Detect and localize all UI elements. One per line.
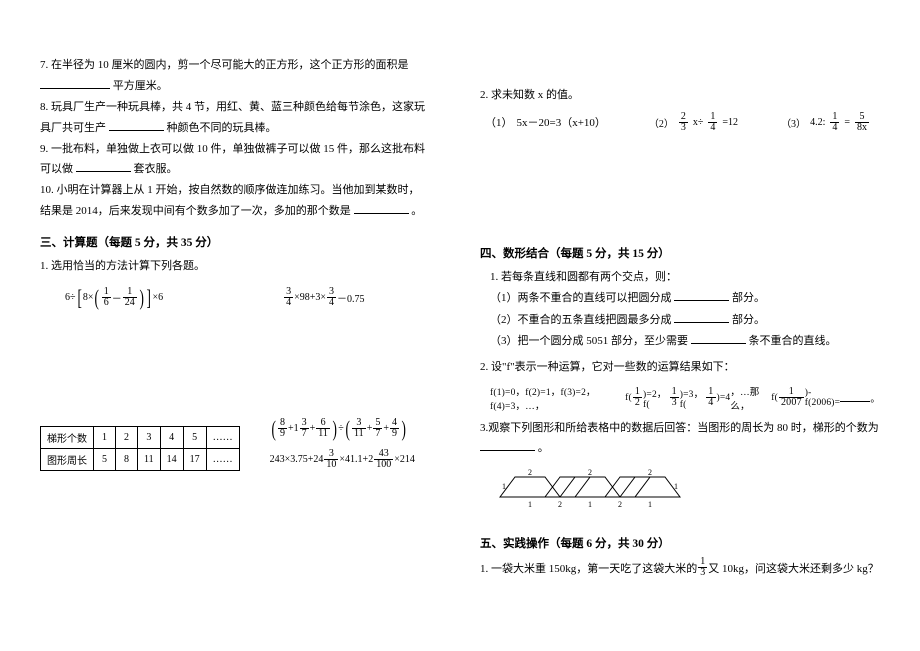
- exam-page: 7. 在半径为 10 厘米的圆内，剪一个尽可能大的正方形，这个正方形的面积是 平…: [0, 0, 920, 651]
- svg-text:2: 2: [528, 468, 532, 477]
- q4-1-1: （1）两条不重合的直线可以把圆分成 部分。: [490, 288, 880, 309]
- trapezoid-figure: 2 2 2 1 1 1 2 1 2 1: [490, 467, 700, 515]
- section-5-heading: 五、实践操作（每题 6 分，共 30 分）: [480, 535, 880, 551]
- table-header-1: 梯形个数: [41, 427, 94, 449]
- q9-blank[interactable]: [76, 163, 131, 173]
- q4-2-series: f(1)=0，f(2)=1，f(3)=2，f(4)=3，…， f(12)=2，f…: [480, 384, 880, 412]
- expr-3: (89+137+611)÷(311+57+49): [270, 418, 415, 439]
- q2-2-label: （2）: [649, 115, 674, 130]
- right-column: 2. 求未知数 x 的值。 （1） 5x－20=3（x+10） （2） 23x÷…: [460, 0, 920, 651]
- table-header-2: 图形周长: [41, 449, 94, 471]
- svg-text:1: 1: [502, 482, 506, 491]
- q4-1-2-blank[interactable]: [674, 313, 729, 323]
- spacer-2: [480, 133, 880, 233]
- q4-1: 1. 若每条直线和圆都有两个交点，则：: [490, 267, 880, 288]
- q7: 7. 在半径为 10 厘米的圆内，剪一个尽可能大的正方形，这个正方形的面积是 平…: [40, 55, 430, 97]
- q2-1: （1） 5x－20=3（x+10）: [485, 112, 606, 133]
- q4-3-blank[interactable]: [480, 442, 535, 452]
- q2-1-eq: 5x－20=3（x+10）: [517, 114, 606, 130]
- q5-1: 1. 一袋大米重 150kg，第一天吃了这袋大米的 13 又 10kg，问这袋大…: [480, 557, 880, 578]
- table-row: 梯形个数 1 2 3 4 5 ……: [41, 427, 240, 449]
- q4-2: 2. 设"f"表示一种运算，它对一些数的运算结果如下：: [480, 357, 880, 378]
- q10-blank[interactable]: [354, 204, 409, 214]
- spacer-top: [480, 55, 880, 85]
- svg-text:1: 1: [528, 500, 532, 509]
- q4-2-blank[interactable]: [840, 393, 870, 402]
- expr-4: 243×3.75+24310×41.1+243100×214: [270, 449, 415, 470]
- q7-text: 7. 在半径为 10 厘米的圆内，剪一个尽可能大的正方形，这个正方形的面积是: [40, 59, 409, 71]
- q2-equations: （1） 5x－20=3（x+10） （2） 23x÷14=12 （3） 4.2:…: [480, 112, 880, 133]
- section-3-heading: 三、计算题（每题 5 分，共 35 分）: [40, 234, 430, 250]
- spacer-1: [40, 318, 430, 418]
- q8: 8. 玩具厂生产一种玩具棒，共 4 节，用红、黄、蓝三种颜色给每节涂色，这家玩具…: [40, 97, 430, 139]
- q2-1-label: （1）: [485, 114, 513, 130]
- q10: 10. 小明在计算器上从 1 开始，按自然数的顺序做连加练习。当他加到某数时，结…: [40, 180, 430, 222]
- q4-1-3: （3）把一个圆分成 5051 部分，至少需要 条不重合的直线。: [490, 331, 880, 352]
- q4-body: 1. 若每条直线和圆都有两个交点，则： （1）两条不重合的直线可以把圆分成 部分…: [480, 267, 880, 353]
- q8-end: 种颜色不同的玩具棒。: [167, 122, 277, 134]
- q4-1-3-blank[interactable]: [691, 334, 746, 344]
- svg-text:2: 2: [618, 500, 622, 509]
- svg-text:1: 1: [588, 500, 592, 509]
- trapezoid-table: 梯形个数 1 2 3 4 5 …… 图形周长 5 8 11 14 17 ……: [40, 426, 240, 471]
- svg-text:2: 2: [588, 468, 592, 477]
- svg-text:2: 2: [558, 500, 562, 509]
- q3-1-row1: 6÷[8×(16－124)]×6 34×98+3×34－0.75: [65, 287, 430, 308]
- svg-text:1: 1: [648, 500, 652, 509]
- q2-2: （2） 23x÷14=12: [649, 112, 738, 133]
- q3-bottom-row: 梯形个数 1 2 3 4 5 …… 图形周长 5 8 11 14 17 ……: [40, 418, 430, 471]
- table-row: 图形周长 5 8 11 14 17 ……: [41, 449, 240, 471]
- q2-title: 2. 求未知数 x 的值。: [480, 85, 880, 106]
- expr-1: 6÷[8×(16－124)]×6: [65, 287, 163, 308]
- q2-3-label: （3）: [781, 115, 806, 130]
- q8-blank[interactable]: [109, 121, 164, 131]
- expr-2: 34×98+3×34－0.75: [283, 287, 364, 308]
- section-4-heading: 四、数形结合（每题 5 分，共 15 分）: [480, 245, 880, 261]
- q7-blank[interactable]: [40, 79, 110, 89]
- expr-col: (89+137+611)÷(311+57+49) 243×3.75+24310×…: [270, 418, 415, 470]
- q4-1-1-blank[interactable]: [674, 291, 729, 301]
- q4-1-2: （2）不重合的五条直线把圆最多分成 部分。: [490, 310, 880, 331]
- q10-end: 。: [411, 205, 422, 217]
- q2-3: （3） 4.2:14=58x: [781, 112, 870, 133]
- q9: 9. 一批布料，单独做上衣可以做 10 件，单独做裤子可以做 15 件，那么这批…: [40, 139, 430, 181]
- q4-3: 3.观察下列图形和所给表格中的数据后回答：当图形的周长为 80 时，梯形的个数为…: [480, 418, 880, 460]
- q3-1-stem: 1. 选用恰当的方法计算下列各题。: [40, 256, 430, 277]
- svg-text:1: 1: [674, 482, 678, 491]
- q7-unit: 平方厘米。: [113, 80, 168, 92]
- svg-text:2: 2: [648, 468, 652, 477]
- left-column: 7. 在半径为 10 厘米的圆内，剪一个尽可能大的正方形，这个正方形的面积是 平…: [0, 0, 460, 651]
- q9-unit: 套衣服。: [134, 163, 178, 175]
